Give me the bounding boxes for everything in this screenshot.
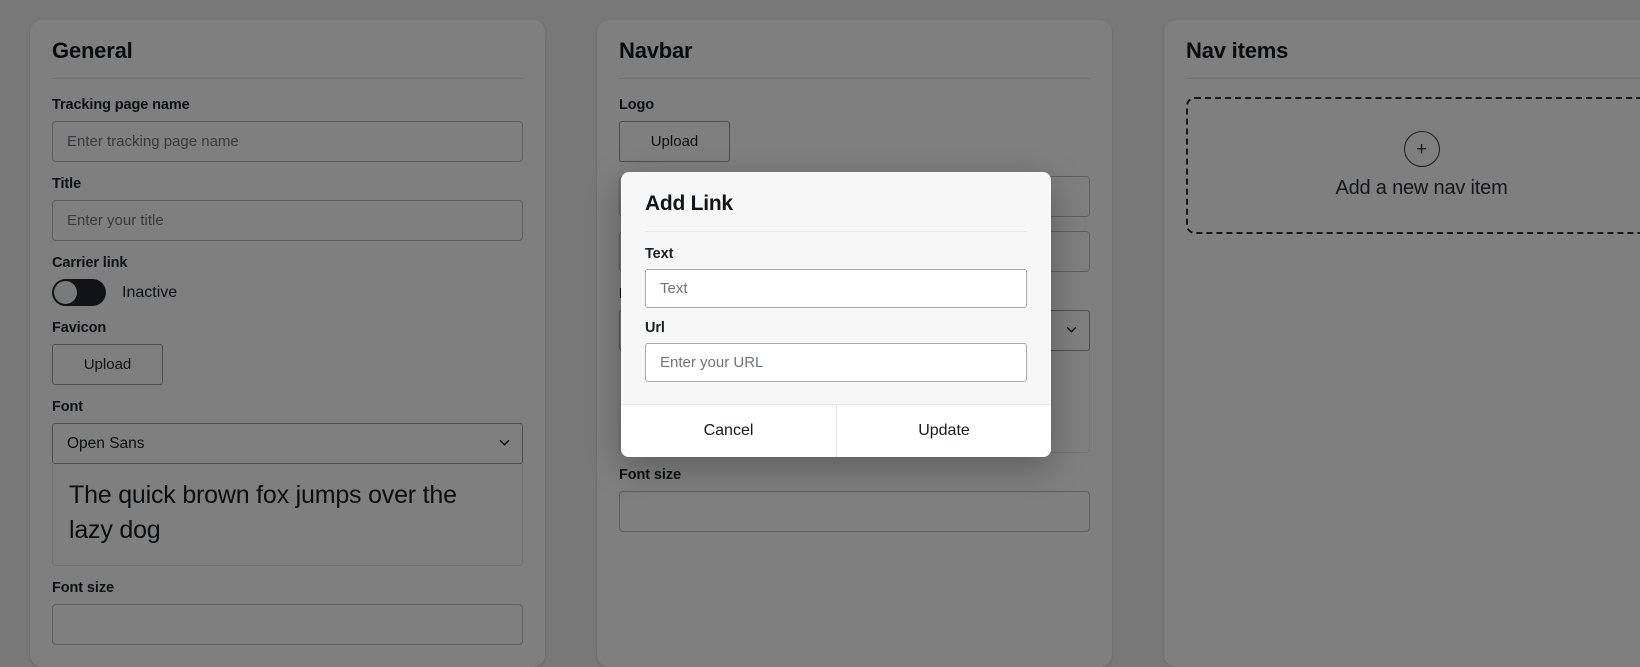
link-text-label: Text xyxy=(645,246,1027,262)
field-link-url: Url xyxy=(645,320,1027,382)
modal-title: Add Link xyxy=(645,192,1027,231)
field-link-text: Text xyxy=(645,246,1027,308)
modal-body: Text Url xyxy=(621,232,1051,404)
cancel-button[interactable]: Cancel xyxy=(621,405,836,457)
link-url-input[interactable] xyxy=(645,343,1027,382)
modal-footer: Cancel Update xyxy=(621,404,1051,457)
link-text-input[interactable] xyxy=(645,269,1027,308)
update-button[interactable]: Update xyxy=(836,405,1051,457)
link-url-label: Url xyxy=(645,320,1027,336)
modal-header: Add Link xyxy=(621,172,1051,232)
add-link-modal: Add Link Text Url Cancel Update xyxy=(621,172,1051,457)
